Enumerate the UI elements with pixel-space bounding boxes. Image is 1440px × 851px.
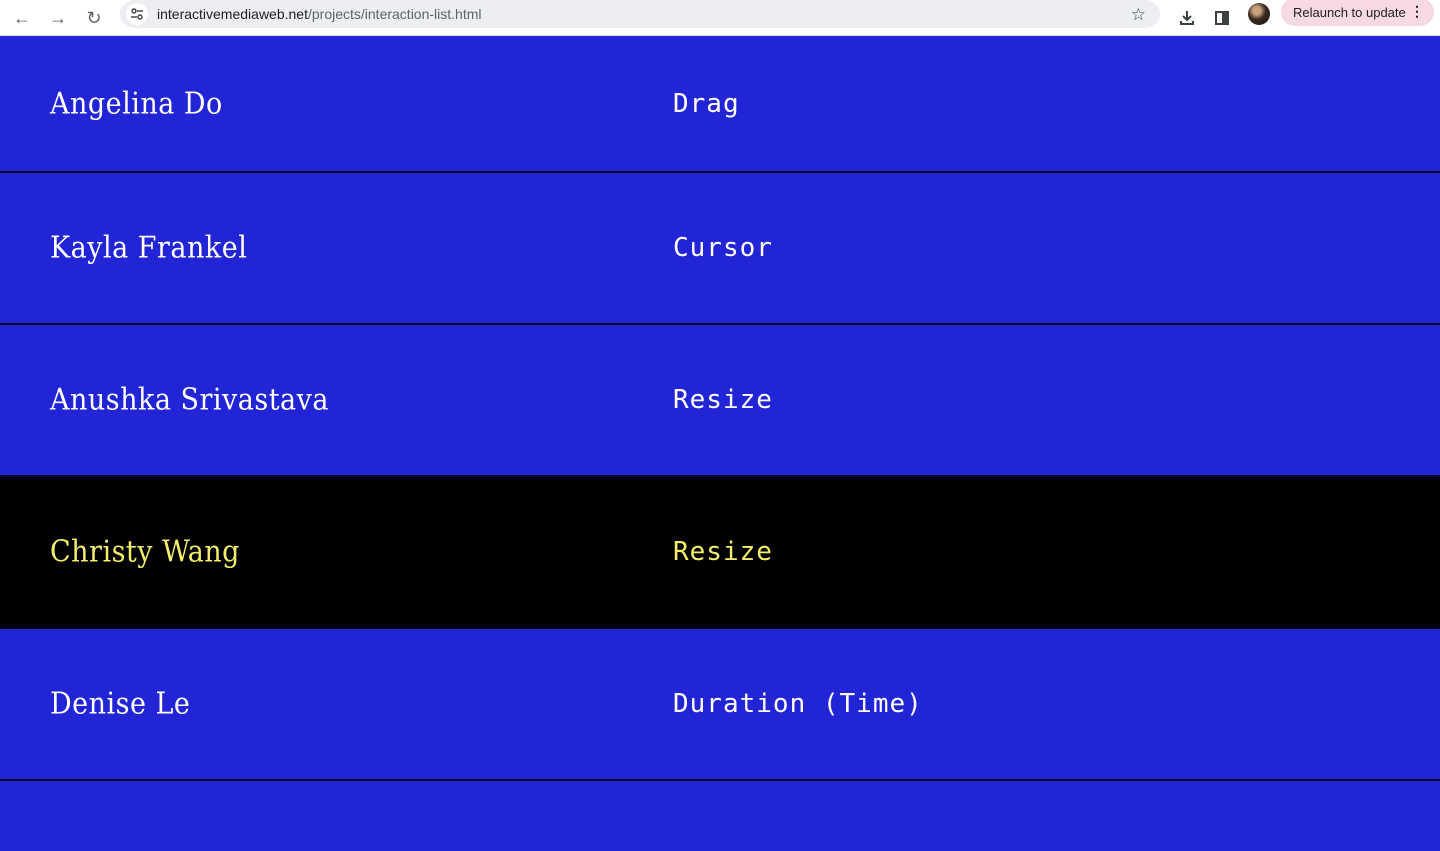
list-item[interactable]: Denise Le Duration (Time) xyxy=(0,629,1440,781)
list-item-hovered[interactable]: Christy Wang Resize xyxy=(0,477,1440,629)
list-item[interactable]: Kayla Frankel Cursor xyxy=(0,173,1440,325)
site-info-icon[interactable] xyxy=(126,3,148,25)
interaction-type: Drag xyxy=(673,88,740,119)
url-text[interactable]: interactivemediaweb.net/projects/interac… xyxy=(157,6,482,22)
student-name: Angelina Do xyxy=(50,86,223,121)
relaunch-button[interactable]: Relaunch to update ⋮ xyxy=(1281,0,1434,26)
more-menu-icon[interactable]: ⋮ xyxy=(1410,3,1424,20)
student-name: Christy Wang xyxy=(50,534,240,570)
list-item-partial[interactable] xyxy=(0,781,1440,851)
address-bar[interactable]: interactivemediaweb.net/projects/interac… xyxy=(120,0,1160,28)
download-icon[interactable] xyxy=(1173,4,1201,32)
student-name: Kayla Frankel xyxy=(50,230,248,266)
interaction-type: Duration (Time) xyxy=(673,689,923,719)
interaction-type: Resize xyxy=(673,537,773,567)
interaction-type: Resize xyxy=(673,385,773,415)
forward-icon[interactable]: → xyxy=(44,4,72,32)
bookmark-star-icon[interactable]: ☆ xyxy=(1131,5,1146,25)
list-item[interactable]: Angelina Do Drag xyxy=(0,36,1440,173)
student-name: Anushka Srivastava xyxy=(50,382,329,418)
url-path: /projects/interaction-list.html xyxy=(307,6,482,22)
interaction-type: Cursor xyxy=(673,233,773,263)
list-item[interactable]: Anushka Srivastava Resize xyxy=(0,325,1440,477)
back-icon[interactable]: ← xyxy=(8,4,36,32)
interaction-list: Angelina Do Drag Kayla Frankel Cursor An… xyxy=(0,36,1440,851)
relaunch-label: Relaunch to update xyxy=(1293,4,1406,20)
profile-avatar[interactable] xyxy=(1248,3,1270,25)
url-domain: interactivemediaweb.net xyxy=(157,6,308,22)
side-panel-icon[interactable] xyxy=(1208,4,1236,32)
student-name: Denise Le xyxy=(50,686,191,722)
browser-toolbar: ← → ↻ interactivemediaweb.net/projects/i… xyxy=(0,0,1440,36)
reload-icon[interactable]: ↻ xyxy=(80,4,108,32)
